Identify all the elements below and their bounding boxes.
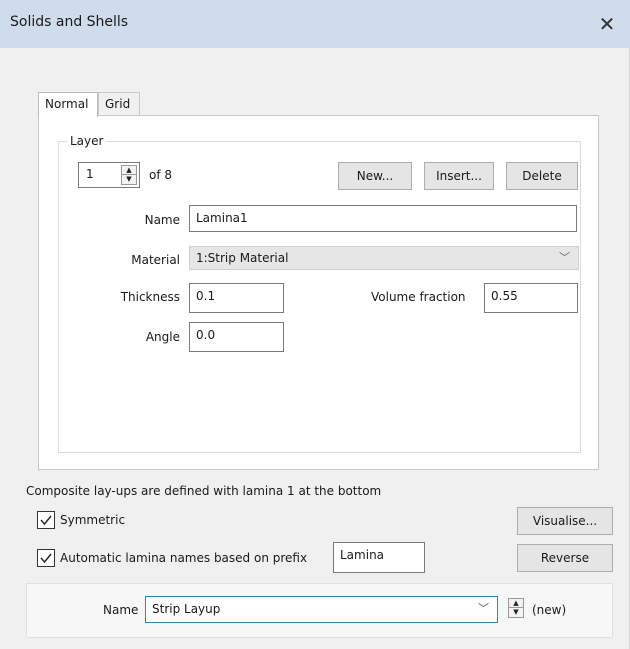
- tab-grid[interactable]: Grid: [98, 92, 140, 115]
- new-layer-button[interactable]: New...: [338, 162, 412, 190]
- layer-group: Layer 1 ▲ ▼ of 8 New... Insert... Delete…: [58, 134, 581, 453]
- spin-up-icon[interactable]: ▲: [122, 166, 136, 175]
- name-label: Name: [144, 213, 180, 227]
- thickness-label: Thickness: [120, 290, 180, 304]
- normal-tab-panel: Layer 1 ▲ ▼ of 8 New... Insert... Delete…: [38, 115, 599, 470]
- layup-spin-buttons[interactable]: ▲ ▼: [508, 598, 524, 618]
- layup-spinbox[interactable]: ▲ ▼: [506, 598, 524, 620]
- lamina-name-field[interactable]: Lamina1: [189, 205, 577, 232]
- checkmark-icon: [40, 515, 52, 526]
- layup-info-text: Composite lay-ups are defined with lamin…: [26, 484, 382, 498]
- auto-lamina-names-label: Automatic lamina names based on prefix: [60, 551, 308, 565]
- prefix-field[interactable]: Lamina: [333, 542, 425, 573]
- layup-status-label: (new): [532, 603, 567, 617]
- layup-name-label: Name: [103, 603, 139, 617]
- spin-up-icon[interactable]: ▲: [509, 599, 523, 608]
- title-bar: Solids and Shells ✕: [0, 0, 630, 48]
- volume-fraction-field[interactable]: 0.55: [484, 283, 578, 313]
- layup-name-value: Strip Layup: [152, 602, 221, 616]
- reverse-button[interactable]: Reverse: [517, 544, 613, 572]
- close-button[interactable]: ✕: [584, 0, 630, 48]
- layer-count-label: of 8: [149, 168, 173, 182]
- symmetric-label: Symmetric: [60, 513, 126, 527]
- spin-down-icon[interactable]: ▼: [509, 608, 523, 617]
- chevron-down-icon: ﹀: [559, 251, 570, 264]
- layup-name-panel: Name Strip Layup ﹀ ▲ ▼ (new): [26, 583, 613, 638]
- volume-fraction-label: Volume fraction: [371, 290, 466, 304]
- visualise-button[interactable]: Visualise...: [517, 507, 613, 535]
- material-select[interactable]: 1:Strip Material ﹀: [189, 246, 579, 270]
- angle-label: Angle: [145, 330, 180, 344]
- close-icon: ✕: [598, 12, 616, 36]
- dialog-title: Solids and Shells: [10, 14, 129, 30]
- layer-index-spinbox[interactable]: 1 ▲ ▼: [78, 162, 140, 188]
- thickness-field[interactable]: 0.1: [189, 283, 284, 313]
- symmetric-checkbox[interactable]: [37, 511, 55, 529]
- auto-lamina-names-checkbox[interactable]: [37, 549, 55, 567]
- layup-name-select[interactable]: Strip Layup ﹀: [145, 596, 498, 623]
- spin-down-icon[interactable]: ▼: [122, 175, 136, 184]
- angle-field[interactable]: 0.0: [189, 322, 284, 352]
- delete-layer-button[interactable]: Delete: [506, 162, 578, 190]
- insert-layer-button[interactable]: Insert...: [424, 162, 494, 190]
- material-select-value: 1:Strip Material: [196, 251, 289, 265]
- layer-index-value: 1: [86, 167, 94, 181]
- layer-index-spin-buttons[interactable]: ▲ ▼: [121, 165, 137, 185]
- chevron-down-icon: ﹀: [478, 602, 489, 615]
- tab-normal[interactable]: Normal: [38, 92, 98, 117]
- solids-and-shells-dialog: Solids and Shells ✕ Normal Grid Layer 1 …: [0, 0, 630, 649]
- checkmark-icon: [40, 553, 52, 564]
- material-label: Material: [131, 253, 180, 267]
- layer-group-label: Layer: [67, 134, 107, 148]
